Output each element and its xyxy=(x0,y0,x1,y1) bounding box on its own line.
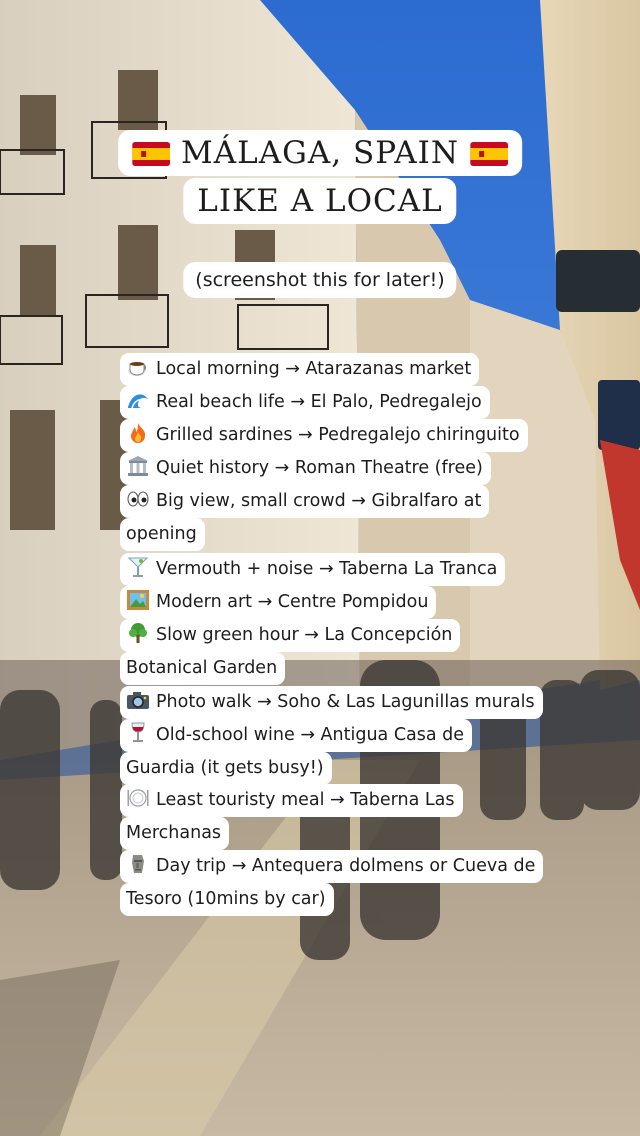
classical-building-icon xyxy=(126,455,150,477)
tip-text: opening xyxy=(126,524,197,544)
title-line-1: MÁLAGA, SPAIN xyxy=(118,130,522,176)
tip-text: Big view, small crowd → Gibralfaro at xyxy=(156,491,482,511)
title-line-2: LIKE A LOCAL xyxy=(183,178,457,224)
tip-text: Slow green hour → La Concepción xyxy=(156,625,453,645)
tip-text: Quiet history → Roman Theatre (free) xyxy=(156,458,483,478)
tip-text: Photo walk → Soho & Las Lagunillas mural… xyxy=(156,692,535,712)
wine-glass-icon xyxy=(126,722,150,744)
tip-text: Grilled sardines → Pedregalejo chiringui… xyxy=(156,425,520,445)
tip-text: Guardia (it gets busy!) xyxy=(126,758,324,778)
spain-flag-icon xyxy=(469,142,508,166)
tip-line: opening xyxy=(120,518,205,551)
tip-line: Slow green hour → La Concepción xyxy=(120,619,461,652)
tip-line: Botanical Garden xyxy=(120,652,286,685)
tip-text: Vermouth + noise → Taberna La Tranca xyxy=(156,559,498,579)
subtitle: (screenshot this for later!) xyxy=(183,262,457,298)
title-text-2: LIKE A LOCAL xyxy=(197,183,443,219)
wave-icon xyxy=(126,389,150,411)
tip-text: Local morning → Atarazanas market xyxy=(156,359,472,379)
coffee-icon xyxy=(126,356,150,378)
eyes-icon xyxy=(126,488,150,510)
plate-cutlery-icon xyxy=(126,787,150,809)
tip-line: Big view, small crowd → Gibralfaro at xyxy=(120,485,490,518)
tip-line: Modern art → Centre Pompidou xyxy=(120,586,437,619)
tree-icon xyxy=(126,622,150,644)
tip-text: Tesoro (10mins by car) xyxy=(126,889,326,909)
tip-text: Botanical Garden xyxy=(126,658,278,678)
tip-text: Day trip → Antequera dolmens or Cueva de xyxy=(156,856,536,876)
moai-icon xyxy=(126,853,150,875)
tip-line: Day trip → Antequera dolmens or Cueva de xyxy=(120,850,544,883)
tip-line: Grilled sardines → Pedregalejo chiringui… xyxy=(120,419,528,452)
framed-picture-icon xyxy=(126,589,150,611)
title-text-1: MÁLAGA, SPAIN xyxy=(181,135,459,171)
tip-line: Local morning → Atarazanas market xyxy=(120,353,480,386)
tip-line: Quiet history → Roman Theatre (free) xyxy=(120,452,491,485)
tip-text: Least touristy meal → Taberna Las xyxy=(156,790,455,810)
tip-text: Merchanas xyxy=(126,823,222,843)
tip-line: Guardia (it gets busy!) xyxy=(120,752,332,785)
tip-line: Merchanas xyxy=(120,817,230,850)
tip-line: Least touristy meal → Taberna Las xyxy=(120,784,463,817)
spain-flag-icon xyxy=(132,142,171,166)
tip-line: Tesoro (10mins by car) xyxy=(120,883,334,916)
tip-text: Modern art → Centre Pompidou xyxy=(156,592,429,612)
tip-line: Photo walk → Soho & Las Lagunillas mural… xyxy=(120,686,543,719)
tip-text: Real beach life → El Palo, Pedregalejo xyxy=(156,392,482,412)
scene: { "title": { "line1": "MÁLAGA, SPAIN", "… xyxy=(0,0,640,1136)
tip-line: Real beach life → El Palo, Pedregalejo xyxy=(120,386,490,419)
fire-icon xyxy=(126,422,150,444)
cocktail-icon xyxy=(126,556,150,578)
tip-line: Old-school wine → Antigua Casa de xyxy=(120,719,473,752)
camera-icon xyxy=(126,689,150,711)
tip-line: Vermouth + noise → Taberna La Tranca xyxy=(120,553,506,586)
tip-text: Old-school wine → Antigua Casa de xyxy=(156,725,465,745)
